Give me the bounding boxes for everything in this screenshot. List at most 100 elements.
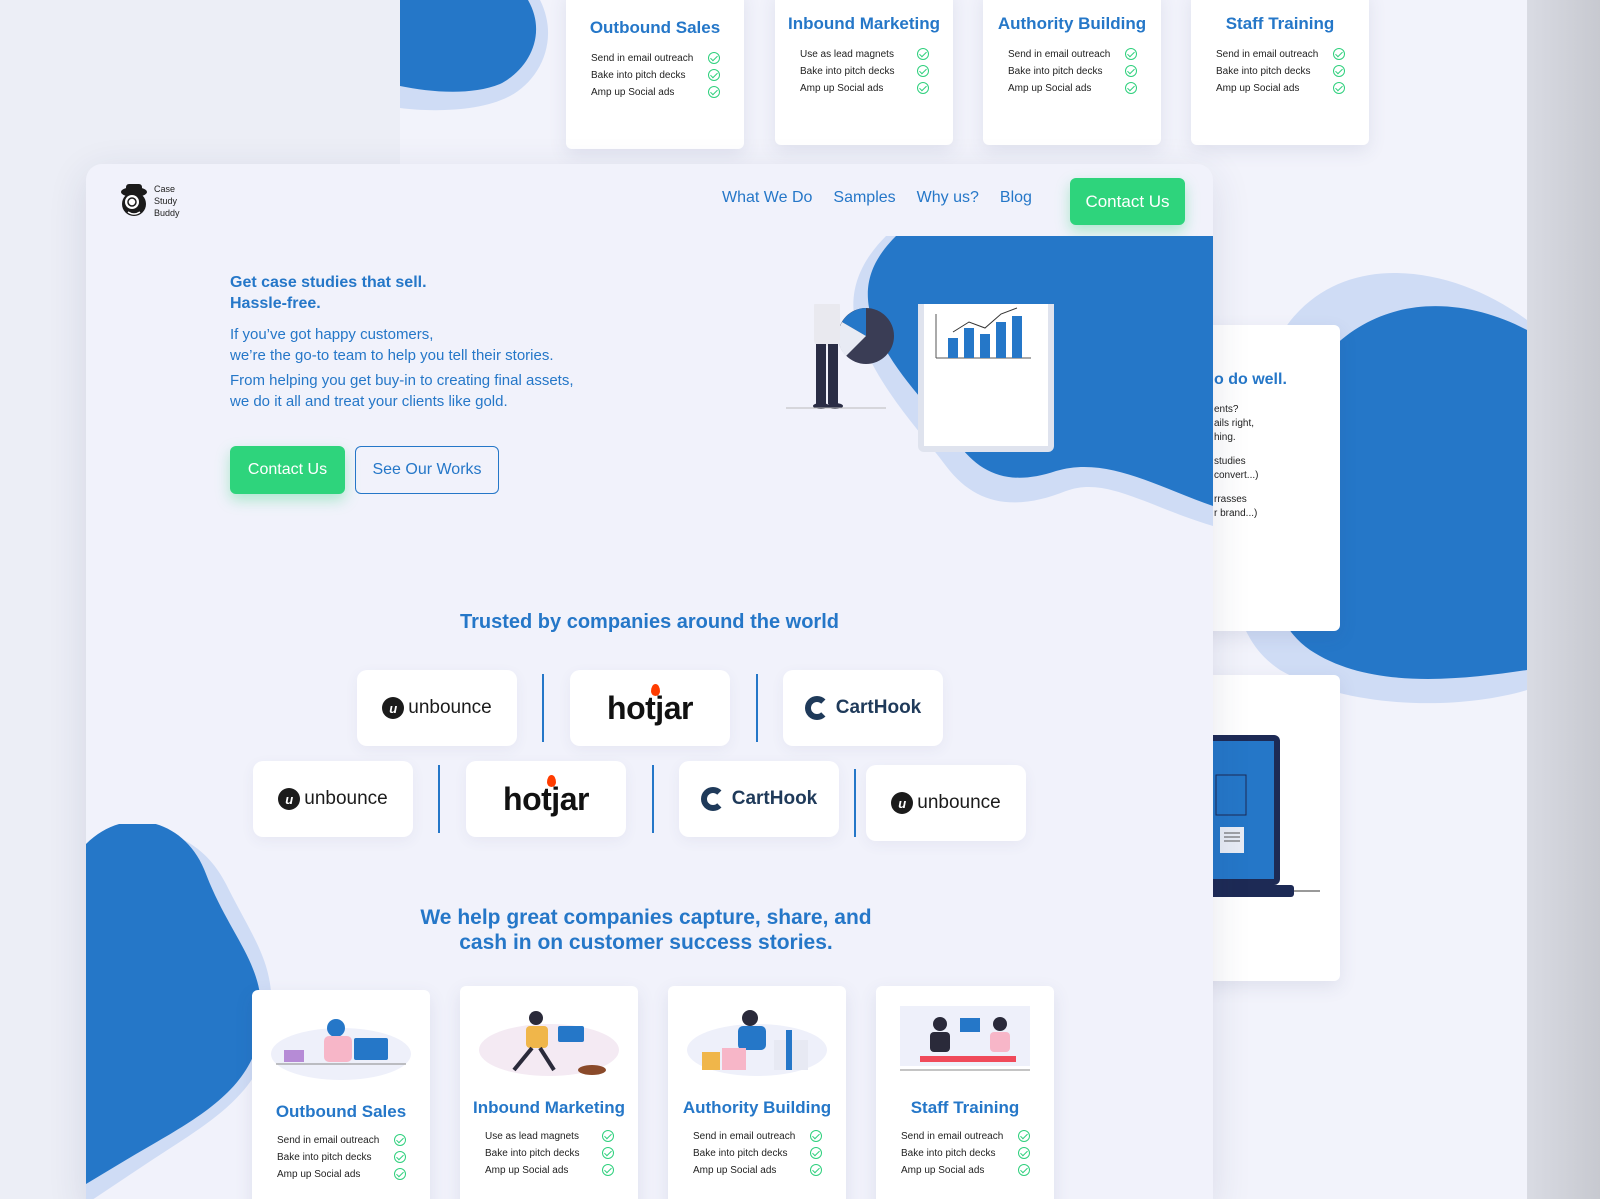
hero-description: If you’ve got happy customers, we’re the … xyxy=(230,324,630,416)
side-card-line: studies xyxy=(1214,456,1246,467)
hero-paragraph: If you’ve got happy customers, we’re the … xyxy=(230,324,630,366)
logo-divider xyxy=(854,769,856,837)
check-circle-icon xyxy=(810,1130,822,1142)
check-circle-icon xyxy=(394,1168,406,1180)
card-list-item: Send in email outreach xyxy=(983,46,1161,63)
check-circle-icon xyxy=(810,1164,822,1176)
staff-training-illustration xyxy=(900,1006,1030,1071)
card-item-text: Use as lead magnets xyxy=(800,49,894,60)
side-card-line: rrasses xyxy=(1214,494,1247,505)
card-list: Send in email outreach Bake into pitch d… xyxy=(1191,46,1369,97)
unbounce-icon: u xyxy=(278,788,301,810)
unbounce-wordmark: u unbounce xyxy=(382,697,492,719)
logo-divider xyxy=(438,765,440,833)
card-title: Inbound Marketing xyxy=(472,1098,626,1117)
detective-mascot-icon xyxy=(121,184,147,216)
brand-name: unbounce xyxy=(408,697,492,718)
check-circle-icon xyxy=(917,82,929,94)
carthook-wordmark: CartHook xyxy=(700,787,817,811)
client-logo-unbounce: u unbounce xyxy=(357,670,517,746)
flame-icon xyxy=(547,774,557,787)
check-circle-icon xyxy=(1125,82,1137,94)
check-circle-icon xyxy=(708,69,720,81)
card-item-text: Amp up Social ads xyxy=(693,1165,777,1176)
card-item-text: Amp up Social ads xyxy=(277,1169,361,1180)
landing-page: Case Study Buddy What We Do Samples Why … xyxy=(86,164,1213,1199)
card-list: Send in email outreach Bake into pitch d… xyxy=(566,50,744,101)
card-list-item: Amp up Social ads xyxy=(1191,80,1369,97)
card-title: Authority Building xyxy=(997,14,1147,33)
card-title: Staff Training xyxy=(910,1098,1020,1117)
side-card-text: ents? ails right, hing. studies convert.… xyxy=(1214,403,1258,521)
service-card-outbound-sales[interactable]: Outbound Sales Send in email outreach Ba… xyxy=(252,990,430,1199)
brand-name: unbounce xyxy=(304,788,388,809)
background-edge-shadow xyxy=(1527,0,1600,1199)
card-list-item: Bake into pitch decks xyxy=(252,1149,430,1166)
services-title-line: We help great companies capture, share, … xyxy=(420,906,872,929)
carthook-icon xyxy=(700,787,725,811)
unbounce-wordmark: u unbounce xyxy=(278,788,388,810)
card-list: Send in email outreach Bake into pitch d… xyxy=(668,1128,846,1179)
services-section-title: We help great companies capture, share, … xyxy=(386,905,906,955)
hero-text-line: If you’ve got happy customers, xyxy=(230,326,434,343)
nav-link-samples[interactable]: Samples xyxy=(833,186,895,210)
logo-line: Case xyxy=(154,184,176,194)
card-item-text: Use as lead magnets xyxy=(485,1131,579,1142)
hotjar-wordmark: hotjar xyxy=(503,774,589,818)
nav-link-why-us[interactable]: Why us? xyxy=(917,186,979,210)
side-card-line: r brand...) xyxy=(1214,508,1258,519)
card-list-item: Amp up Social ads xyxy=(252,1166,430,1183)
client-logo-unbounce: u unbounce xyxy=(866,765,1026,841)
card-title: Staff Training xyxy=(1225,14,1335,33)
card-list: Use as lead magnets Bake into pitch deck… xyxy=(460,1128,638,1179)
see-our-works-button[interactable]: See Our Works xyxy=(355,446,499,494)
outbound-sales-illustration xyxy=(271,1019,411,1080)
brand-name: hotjar xyxy=(607,689,693,726)
nav-link-blog[interactable]: Blog xyxy=(1000,186,1032,210)
hotjar-wordmark: hotjar xyxy=(607,683,693,727)
card-title: Outbound Sales xyxy=(275,1102,407,1121)
unbounce-icon: u xyxy=(891,792,914,814)
client-logo-carthook: CartHook xyxy=(783,670,943,746)
card-list-item: Bake into pitch decks xyxy=(775,63,953,80)
side-card-heading: o do well. xyxy=(1214,371,1287,388)
check-circle-icon xyxy=(394,1134,406,1146)
nav-link-what-we-do[interactable]: What We Do xyxy=(722,186,812,210)
check-circle-icon xyxy=(917,65,929,77)
brand-logo[interactable]: Case Study Buddy xyxy=(118,182,180,220)
service-card-authority-building[interactable]: Authority Building Send in email outreac… xyxy=(668,986,846,1199)
card-item-text: Bake into pitch decks xyxy=(693,1148,788,1159)
check-circle-icon xyxy=(708,52,720,64)
trusted-section-title: Trusted by companies around the world xyxy=(460,611,839,633)
card-title: Authority Building xyxy=(682,1098,832,1117)
card-list-item: Amp up Social ads xyxy=(668,1162,846,1179)
check-circle-icon xyxy=(1333,48,1345,60)
bg-service-card-authority: Authority Building Send in email outreac… xyxy=(983,0,1161,145)
card-list: Send in email outreach Bake into pitch d… xyxy=(876,1128,1054,1179)
card-list-item: Amp up Social ads xyxy=(460,1162,638,1179)
inbound-marketing-illustration xyxy=(479,1011,619,1076)
brand-name: unbounce xyxy=(917,792,1001,813)
card-item-text: Amp up Social ads xyxy=(1216,83,1300,94)
flame-icon xyxy=(651,683,661,696)
logo-line: Study xyxy=(154,196,178,206)
hero-text-line: we’re the go-to team to help you tell th… xyxy=(230,347,554,364)
check-circle-icon xyxy=(810,1147,822,1159)
services-title-line: cash in on customer success stories. xyxy=(459,931,833,954)
nav-contact-button[interactable]: Contact Us xyxy=(1070,178,1185,225)
hero-text-line: From helping you get buy-in to creating … xyxy=(230,372,574,389)
hero-contact-button[interactable]: Contact Us xyxy=(230,446,345,494)
service-card-staff-training[interactable]: Staff Training Send in email outreach Ba… xyxy=(876,986,1054,1199)
service-card-inbound-marketing[interactable]: Inbound Marketing Use as lead magnets Ba… xyxy=(460,986,638,1199)
card-list-item: Use as lead magnets xyxy=(460,1128,638,1145)
client-logo-hotjar: hotjar xyxy=(466,761,626,837)
hero-headline-line: Get case studies that sell. xyxy=(230,274,427,291)
check-circle-icon xyxy=(1018,1164,1030,1176)
card-list-item: Bake into pitch decks xyxy=(566,67,744,84)
check-circle-icon xyxy=(1018,1147,1030,1159)
check-circle-icon xyxy=(1125,65,1137,77)
card-list-item: Bake into pitch decks xyxy=(668,1145,846,1162)
unbounce-icon: u xyxy=(382,697,405,719)
card-item-text: Amp up Social ads xyxy=(591,87,675,98)
client-logo-carthook: CartHook xyxy=(679,761,839,837)
